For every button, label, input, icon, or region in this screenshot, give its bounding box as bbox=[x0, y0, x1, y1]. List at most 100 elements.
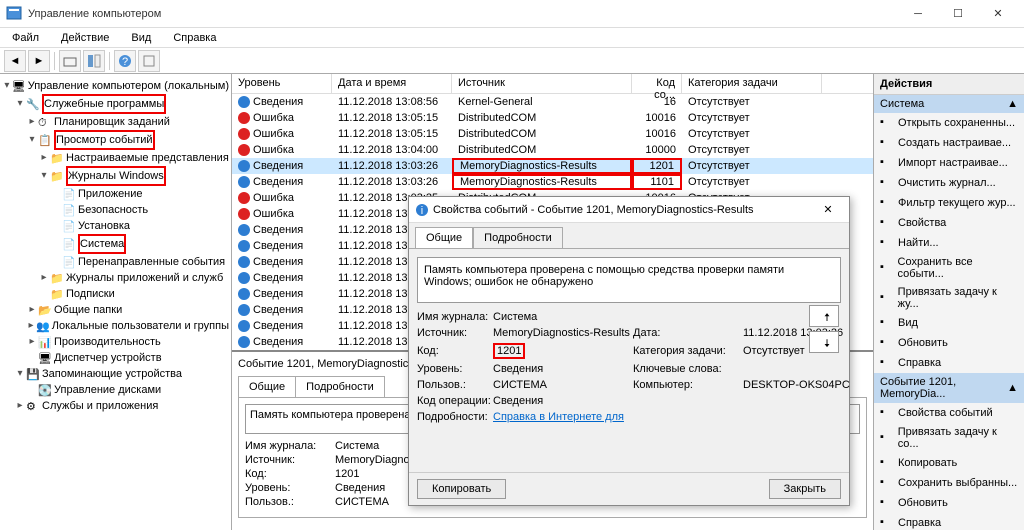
dlg-label-opcode: Код операции: bbox=[417, 395, 493, 407]
tools-icon: 🔧 bbox=[26, 97, 40, 111]
toolbar-btn-3[interactable] bbox=[138, 50, 160, 72]
preview-tab-general[interactable]: Общие bbox=[238, 376, 296, 397]
toolbar-btn-1[interactable] bbox=[59, 50, 81, 72]
menu-action[interactable]: Действие bbox=[55, 30, 115, 46]
back-button[interactable]: ◄ bbox=[4, 50, 26, 72]
maximize-button[interactable]: ☐ bbox=[938, 2, 978, 26]
action-item[interactable]: ▪Сохранить выбранны... bbox=[874, 473, 1024, 493]
action-item[interactable]: ▪Очистить журнал... bbox=[874, 173, 1024, 193]
dialog-tab-details[interactable]: Подробности bbox=[473, 227, 563, 248]
info-icon: i bbox=[415, 203, 429, 217]
tree-security[interactable]: Безопасность bbox=[78, 202, 148, 218]
action-item[interactable]: ▪Обновить bbox=[874, 333, 1024, 353]
tree-event-viewer[interactable]: Просмотр событий bbox=[54, 130, 155, 150]
dialog-close-button[interactable]: ✕ bbox=[813, 203, 843, 216]
action-item[interactable]: ▪Сохранить все событи... bbox=[874, 253, 1024, 283]
action-item[interactable]: ▪Создать настраивае... bbox=[874, 133, 1024, 153]
menu-file[interactable]: Файл bbox=[6, 30, 45, 46]
tree-system[interactable]: Система bbox=[78, 234, 126, 254]
action-icon: ▪ bbox=[880, 196, 894, 210]
action-icon: ▪ bbox=[880, 356, 894, 370]
table-row[interactable]: Ошибка11.12.2018 13:05:15DistributedCOM1… bbox=[232, 110, 873, 126]
tree-root[interactable]: Управление компьютером (локальным) bbox=[28, 78, 229, 94]
folder-icon: 📁 bbox=[50, 169, 64, 183]
tree-users[interactable]: Локальные пользователи и группы bbox=[52, 318, 229, 334]
dialog-title: Свойства событий - Событие 1201, MemoryD… bbox=[433, 204, 754, 216]
action-item[interactable]: ▪Найти... bbox=[874, 233, 1024, 253]
prev-event-button[interactable]: 🠅 bbox=[809, 305, 839, 327]
copy-button[interactable]: Копировать bbox=[417, 479, 506, 499]
dialog-tab-general[interactable]: Общие bbox=[415, 227, 473, 248]
next-event-button[interactable]: 🠇 bbox=[809, 331, 839, 353]
app-icon bbox=[6, 6, 22, 22]
table-row[interactable]: Сведения11.12.2018 13:03:26MemoryDiagnos… bbox=[232, 174, 873, 190]
help-button[interactable]: ? bbox=[114, 50, 136, 72]
action-item[interactable]: ▪Справка bbox=[874, 513, 1024, 530]
menu-view[interactable]: Вид bbox=[125, 30, 157, 46]
shared-icon: 📂 bbox=[38, 303, 52, 317]
action-item[interactable]: ▪Вид bbox=[874, 313, 1024, 333]
close-dialog-button[interactable]: Закрыть bbox=[769, 479, 841, 499]
collapse-icon[interactable]: ▲ bbox=[1007, 98, 1018, 110]
action-icon: ▪ bbox=[880, 291, 894, 305]
tree-app[interactable]: Приложение bbox=[78, 186, 143, 202]
col-category[interactable]: Категория задачи bbox=[682, 74, 822, 93]
tree-forwarded[interactable]: Перенаправленные события bbox=[78, 254, 225, 270]
col-source[interactable]: Источник bbox=[452, 74, 632, 93]
toolbar-btn-2[interactable] bbox=[83, 50, 105, 72]
tree-app-logs[interactable]: Журналы приложений и служб bbox=[66, 270, 223, 286]
action-item[interactable]: ▪Копировать bbox=[874, 453, 1024, 473]
table-row[interactable]: Ошибка11.12.2018 13:04:00DistributedCOM1… bbox=[232, 142, 873, 158]
tree-devmgr[interactable]: Диспетчер устройств bbox=[54, 350, 162, 366]
tree-shared[interactable]: Общие папки bbox=[54, 302, 122, 318]
col-datetime[interactable]: Дата и время bbox=[332, 74, 452, 93]
action-icon: ▪ bbox=[880, 431, 894, 445]
svg-text:?: ? bbox=[122, 56, 128, 68]
tree-perf[interactable]: Производительность bbox=[54, 334, 161, 350]
tree-win-logs[interactable]: Журналы Windows bbox=[66, 166, 166, 186]
log-icon: 📄 bbox=[62, 237, 76, 251]
action-item[interactable]: ▪Открыть сохраненны... bbox=[874, 113, 1024, 133]
dlg-help-link[interactable]: Справка в Интернете для bbox=[493, 411, 624, 423]
close-button[interactable]: ✕ bbox=[978, 2, 1018, 26]
dlg-label-log: Имя журнала: bbox=[417, 311, 493, 323]
action-item[interactable]: ▪Свойства событий bbox=[874, 403, 1024, 423]
disk-icon: 💽 bbox=[38, 383, 52, 397]
action-item[interactable]: ▪Справка bbox=[874, 353, 1024, 373]
table-row[interactable]: Сведения11.12.2018 13:08:56Kernel-Genera… bbox=[232, 94, 873, 110]
tree-diskmgr[interactable]: Управление дисками bbox=[54, 382, 161, 398]
dlg-value-code: 1201 bbox=[493, 343, 525, 359]
tree-services[interactable]: Службы и приложения bbox=[42, 398, 158, 414]
tree-custom-views[interactable]: Настраиваемые представления bbox=[66, 150, 229, 166]
nav-tree[interactable]: ▾🖥Управление компьютером (локальным) ▾🔧С… bbox=[0, 74, 232, 530]
menu-help[interactable]: Справка bbox=[167, 30, 222, 46]
table-row[interactable]: Ошибка11.12.2018 13:05:15DistributedCOM1… bbox=[232, 126, 873, 142]
action-item[interactable]: ▪Свойства bbox=[874, 213, 1024, 233]
preview-tab-details[interactable]: Подробности bbox=[295, 376, 385, 397]
tree-setup[interactable]: Установка bbox=[78, 218, 130, 234]
folder-icon: 📁 bbox=[50, 271, 64, 285]
forward-button[interactable]: ► bbox=[28, 50, 50, 72]
col-level[interactable]: Уровень bbox=[232, 74, 332, 93]
dlg-label-kw: Ключевые слова: bbox=[633, 363, 743, 375]
services-icon: ⚙ bbox=[26, 399, 40, 413]
tree-scheduler[interactable]: Планировщик заданий bbox=[54, 114, 170, 130]
action-item[interactable]: ▪Обновить bbox=[874, 493, 1024, 513]
action-item[interactable]: ▪Фильтр текущего жур... bbox=[874, 193, 1024, 213]
action-icon: ▪ bbox=[880, 176, 894, 190]
tree-storage[interactable]: Запоминающие устройства bbox=[42, 366, 182, 382]
clock-icon: ⏱ bbox=[38, 115, 52, 129]
tree-utilities[interactable]: Служебные программы bbox=[42, 94, 166, 114]
minimize-button[interactable]: ─ bbox=[898, 2, 938, 26]
action-item[interactable]: ▪Привязать задачу к жу... bbox=[874, 283, 1024, 313]
action-item[interactable]: ▪Импорт настраивае... bbox=[874, 153, 1024, 173]
log-icon: 📄 bbox=[62, 255, 76, 269]
table-row[interactable]: Сведения11.12.2018 13:03:26MemoryDiagnos… bbox=[232, 158, 873, 174]
collapse-icon[interactable]: ▲ bbox=[1007, 382, 1018, 394]
action-item[interactable]: ▪Привязать задачу к со... bbox=[874, 423, 1024, 453]
grid-header: Уровень Дата и время Источник Код со... … bbox=[232, 74, 873, 94]
tree-subscriptions[interactable]: Подписки bbox=[66, 286, 115, 302]
toolbar: ◄ ► ? bbox=[0, 48, 1024, 74]
action-icon: ▪ bbox=[880, 496, 894, 510]
col-code[interactable]: Код со... bbox=[632, 74, 682, 93]
